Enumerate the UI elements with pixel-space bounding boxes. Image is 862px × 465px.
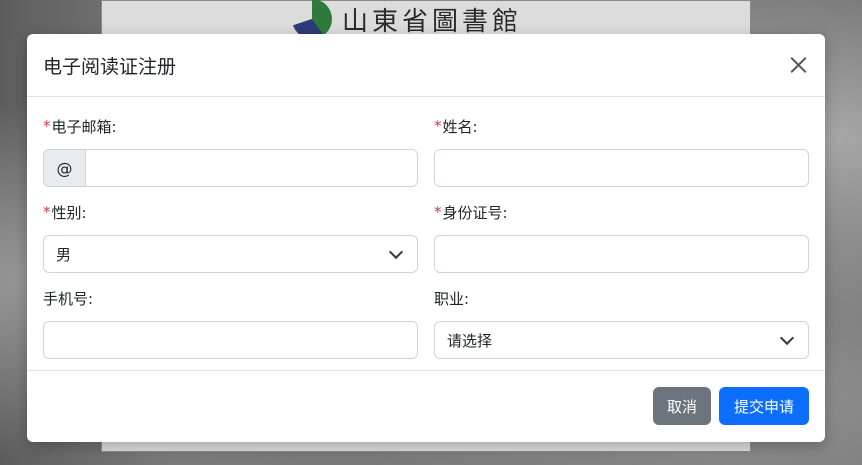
email-label: * 电子邮箱:: [43, 115, 418, 137]
occupation-select[interactable]: 请选择: [434, 321, 809, 359]
modal-header: 电子阅读证注册: [27, 34, 825, 97]
id-number-input[interactable]: [434, 235, 809, 273]
phone-field-group: 手机号:: [43, 287, 418, 359]
name-field-group: * 姓名:: [434, 115, 809, 187]
occupation-select-value: 请选择: [447, 331, 493, 350]
occupation-label: 职业:: [434, 287, 809, 309]
gender-select[interactable]: 男: [43, 235, 418, 273]
required-mark: *: [43, 203, 51, 221]
required-mark: *: [434, 203, 442, 221]
library-logo: 山東省圖書館: [292, 0, 522, 39]
id-number-label: * 身份证号:: [434, 201, 809, 223]
email-field-group: * 电子邮箱: @: [43, 115, 418, 187]
id-number-field-group: * 身份证号:: [434, 201, 809, 273]
modal-title: 电子阅读证注册: [43, 55, 177, 78]
id-number-label-text: 身份证号:: [442, 203, 508, 222]
gender-label: * 性别:: [43, 201, 418, 223]
name-input[interactable]: [434, 149, 809, 187]
cancel-button[interactable]: 取消: [653, 387, 711, 425]
required-mark: *: [434, 117, 442, 135]
name-label-text: 姓名:: [442, 117, 478, 136]
modal-footer: 取消 提交申请: [27, 371, 825, 441]
occupation-field-group: 职业: 请选择: [434, 287, 809, 359]
gender-select-value: 男: [56, 245, 72, 264]
phone-input[interactable]: [43, 321, 418, 359]
gender-label-text: 性别:: [51, 203, 87, 222]
phone-label: 手机号:: [43, 287, 418, 309]
required-mark: *: [43, 117, 51, 135]
phone-label-text: 手机号:: [43, 289, 94, 308]
close-icon[interactable]: [786, 53, 810, 77]
submit-button[interactable]: 提交申请: [719, 387, 809, 425]
library-logo-text: 山東省圖書館: [342, 6, 523, 37]
chevron-down-icon: [388, 244, 404, 259]
at-sign-addon: @: [43, 149, 85, 187]
modal-body: * 电子邮箱: @ * 姓名: * 性别: 男 * 身份证号: 手机号: 职业:…: [27, 97, 825, 371]
registration-modal: 电子阅读证注册 * 电子邮箱: @ * 姓名: * 性别: 男 * 身份证号: …: [27, 34, 825, 442]
name-label: * 姓名:: [434, 115, 809, 137]
email-input[interactable]: [85, 149, 418, 187]
occupation-label-text: 职业:: [434, 289, 470, 308]
gender-field-group: * 性别: 男: [43, 201, 418, 273]
email-input-group: @: [43, 149, 418, 187]
email-label-text: 电子邮箱:: [51, 117, 117, 136]
chevron-down-icon: [779, 330, 795, 345]
